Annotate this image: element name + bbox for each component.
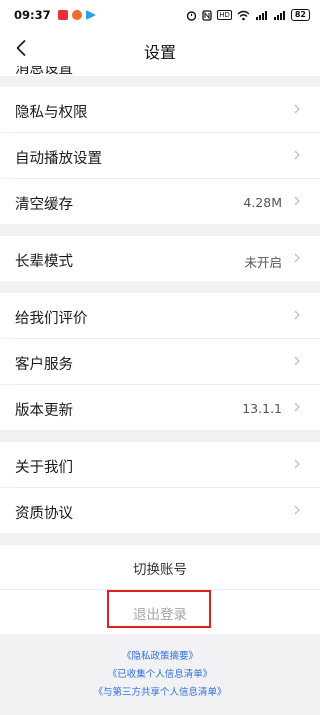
chevron-right-icon xyxy=(294,356,300,366)
settings-row-label: 客户服务 xyxy=(15,357,73,373)
signal-icon xyxy=(273,10,285,20)
app-notification-icon xyxy=(72,10,82,20)
settings-row-privacy[interactable]: 隐私与权限 xyxy=(0,87,320,132)
settings-row-about-us[interactable]: 关于我们 xyxy=(0,442,320,487)
settings-row-label: 消息设置 xyxy=(15,66,73,76)
settings-row-clear-cache[interactable]: 清空缓存 4.28M xyxy=(0,179,320,224)
chevron-right-icon xyxy=(294,310,300,320)
chevron-right-icon xyxy=(294,104,300,114)
nav-header: 设置 xyxy=(0,30,320,66)
settings-row-autoplay[interactable]: 自动播放设置 xyxy=(0,133,320,178)
switch-account-label: 切换账号 xyxy=(133,562,187,578)
settings-row-label: 长辈模式 xyxy=(15,254,73,270)
chevron-right-icon xyxy=(294,402,300,412)
alarm-icon xyxy=(187,10,197,21)
nfc-icon xyxy=(202,9,212,21)
chevron-right-icon xyxy=(294,505,300,515)
settings-row-version-update[interactable]: 版本更新 13.1.1 xyxy=(0,385,320,430)
chevron-right-icon xyxy=(294,196,300,206)
battery-indicator: 82 xyxy=(290,9,310,21)
privacy-summary-link[interactable]: 《隐私政策摘要》 xyxy=(0,648,320,666)
settings-row-elder-mode[interactable]: 长辈模式 未开启 xyxy=(0,236,320,281)
settings-row-rate-us[interactable]: 给我们评价 xyxy=(0,293,320,338)
settings-row-label: 自动播放设置 xyxy=(15,151,102,167)
switch-account-button[interactable]: 切换账号 xyxy=(0,545,320,589)
status-bar: 09:37 HD 82 xyxy=(0,0,320,30)
app-notification-icon xyxy=(86,10,96,20)
status-time: 09:37 xyxy=(14,8,51,22)
chevron-right-icon xyxy=(294,459,300,469)
policy-links: 《隐私政策摘要》 《已收集个人信息清单》 《与第三方共享个人信息清单》 xyxy=(0,648,320,702)
cache-size-value: 4.28M xyxy=(243,195,282,210)
settings-row-label: 关于我们 xyxy=(15,460,73,476)
settings-row-label: 版本更新 xyxy=(15,403,73,419)
settings-row-customer-service[interactable]: 客户服务 xyxy=(0,339,320,384)
settings-row-qualification[interactable]: 资质协议 xyxy=(0,488,320,533)
signal-icon xyxy=(255,10,267,20)
chevron-right-icon xyxy=(294,150,300,160)
app-notification-icon xyxy=(58,10,68,20)
page-title: 设置 xyxy=(143,43,176,62)
third-party-info-link[interactable]: 《与第三方共享个人信息清单》 xyxy=(0,684,320,702)
settings-row-label: 清空缓存 xyxy=(15,197,73,213)
wifi-icon xyxy=(237,10,250,20)
elder-mode-status: 未开启 xyxy=(244,255,282,270)
settings-row-label: 资质协议 xyxy=(15,506,73,522)
settings-row-label: 给我们评价 xyxy=(15,311,88,327)
settings-row-clipped[interactable]: 消息设置 xyxy=(0,66,320,76)
highlight-annotation-box xyxy=(107,590,211,628)
settings-row-label: 隐私与权限 xyxy=(15,105,88,121)
chevron-right-icon xyxy=(294,253,300,263)
version-number: 13.1.1 xyxy=(242,401,282,416)
collected-info-link[interactable]: 《已收集个人信息清单》 xyxy=(0,666,320,684)
hd-icon: HD xyxy=(217,10,232,20)
